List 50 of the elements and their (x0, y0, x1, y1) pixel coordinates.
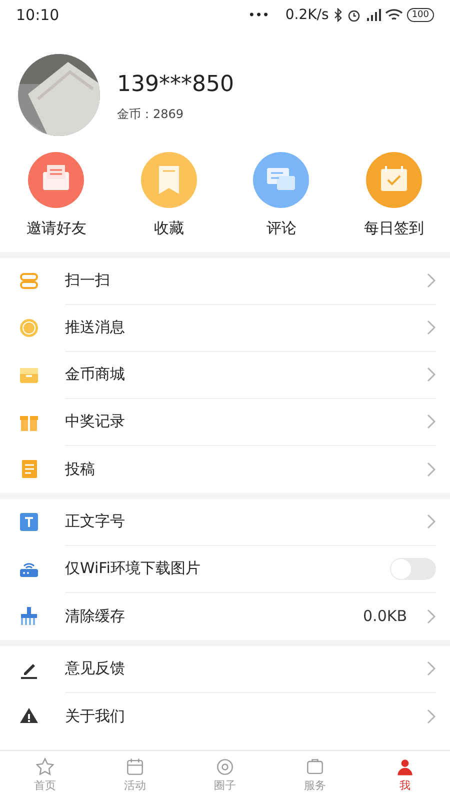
chevron-right-icon (427, 414, 436, 429)
shortcut-button[interactable]: 邀请好友 (0, 152, 112, 240)
menu-row[interactable]: 投稿 (0, 446, 450, 492)
menu-label: 正文字号 (65, 511, 126, 532)
chevron-right-icon (427, 708, 436, 724)
menu-row[interactable]: 关于我们 (0, 692, 450, 740)
signal-icon (364, 8, 381, 22)
shortcut-button[interactable]: 评论 (225, 152, 338, 240)
menu-row[interactable]: 中奖记录 (0, 398, 450, 446)
tab-button[interactable]: 我 (360, 751, 450, 800)
badge-icon (18, 317, 40, 339)
chevron-right-icon (427, 608, 436, 624)
menu-row[interactable]: 扫一扫 (0, 258, 450, 304)
alarm-icon (346, 8, 361, 22)
menu-label: 意见反馈 (65, 658, 126, 680)
menu-row[interactable]: 推送消息 (0, 304, 450, 352)
broom-icon (18, 605, 40, 627)
coins-value: 2869 (153, 106, 184, 122)
shortcut-button[interactable]: 每日签到 (338, 152, 450, 240)
cache-size: 0.0KB (363, 606, 407, 627)
menu-label: 推送消息 (65, 317, 126, 338)
phone-number: 139***850 (117, 70, 234, 98)
menu-label: 仅WiFi环境下载图片 (65, 558, 202, 580)
font-size-icon (18, 511, 40, 533)
battery-icon: 100 (406, 8, 434, 22)
menu-label: 金币商城 (65, 364, 126, 386)
chevron-right-icon (427, 514, 436, 529)
coins-label: 金币： (117, 106, 153, 122)
scan-icon (18, 270, 40, 292)
menu-label: 投稿 (65, 458, 96, 480)
chevron-right-icon (427, 661, 436, 676)
chevron-right-icon (427, 320, 436, 335)
bluetooth-icon (332, 8, 343, 22)
menu-label: 清除缓存 (65, 606, 126, 627)
menu-row[interactable]: 正文字号 (0, 498, 450, 546)
chevron-right-icon (427, 462, 436, 476)
menu-label: 关于我们 (65, 706, 126, 727)
status-time: 10:10 (16, 4, 60, 26)
wifi-icon (384, 8, 403, 22)
chevron-right-icon (427, 367, 436, 382)
network-speed: 0.2K/s (285, 6, 329, 24)
menu-label: 扫一扫 (65, 270, 111, 292)
status-dots: ••• (248, 7, 270, 24)
menu-row[interactable]: 金币商城 (0, 352, 450, 398)
menu-label: 中奖记录 (65, 411, 126, 432)
menu-row[interactable]: 仅WiFi环境下载图片 (0, 546, 450, 592)
chevron-right-icon (427, 273, 436, 288)
menu-row[interactable]: 清除缓存 0.0KB (0, 592, 450, 640)
menu-row[interactable]: 意见反馈 (0, 646, 450, 692)
shortcut-button[interactable]: 收藏 (112, 152, 225, 240)
